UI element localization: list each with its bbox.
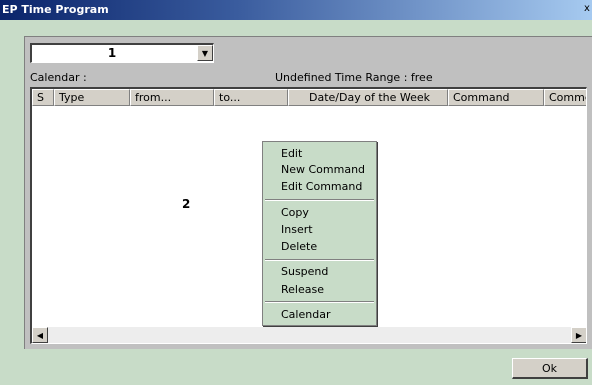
program-select-value: 1 bbox=[107, 46, 117, 60]
column-header-date[interactable]: Date/Day of the Week bbox=[288, 89, 448, 106]
column-header-to[interactable]: to... bbox=[214, 89, 288, 106]
menu-item-release[interactable]: Release bbox=[281, 282, 324, 298]
ep-time-program-window: EP Time Program x 1 ▼ Calendar : Undefin… bbox=[0, 0, 592, 385]
menu-item-calendar[interactable]: Calendar bbox=[281, 307, 330, 323]
menu-item-edit-command[interactable]: Edit Command bbox=[281, 179, 362, 195]
column-header-type[interactable]: Type bbox=[54, 89, 130, 106]
horizontal-scrollbar[interactable]: ◀ ▶ bbox=[32, 327, 586, 343]
menu-item-new-command[interactable]: New Command bbox=[281, 162, 365, 178]
time-range-label: Undefined Time Range : free bbox=[275, 71, 433, 84]
menu-separator bbox=[265, 199, 374, 201]
menu-item-suspend[interactable]: Suspend bbox=[281, 264, 328, 280]
column-header-command[interactable]: Command bbox=[448, 89, 544, 106]
program-select[interactable]: 1 ▼ bbox=[30, 43, 214, 63]
column-header-s[interactable]: S bbox=[32, 89, 54, 106]
menu-separator bbox=[265, 259, 374, 261]
close-icon[interactable]: x bbox=[582, 3, 592, 15]
menu-item-edit[interactable]: Edit bbox=[281, 146, 302, 162]
chevron-down-icon[interactable]: ▼ bbox=[197, 45, 213, 61]
column-header-comment[interactable]: Comme bbox=[544, 89, 586, 106]
menu-separator bbox=[265, 301, 374, 303]
scroll-track[interactable] bbox=[48, 327, 571, 343]
menu-item-copy[interactable]: Copy bbox=[281, 205, 309, 221]
table-area-label: 2 bbox=[182, 197, 191, 211]
scroll-left-icon[interactable]: ◀ bbox=[32, 327, 48, 343]
column-header-from[interactable]: from... bbox=[130, 89, 214, 106]
scroll-right-icon[interactable]: ▶ bbox=[571, 327, 586, 343]
menu-item-delete[interactable]: Delete bbox=[281, 239, 317, 255]
context-menu: Edit New Command Edit Command Copy Inser… bbox=[262, 141, 377, 326]
ok-button[interactable]: Ok bbox=[512, 358, 588, 379]
calendar-label: Calendar : bbox=[30, 71, 87, 84]
window-title: EP Time Program bbox=[2, 3, 109, 16]
menu-item-insert[interactable]: Insert bbox=[281, 222, 313, 238]
title-bar[interactable]: EP Time Program x bbox=[0, 0, 592, 20]
